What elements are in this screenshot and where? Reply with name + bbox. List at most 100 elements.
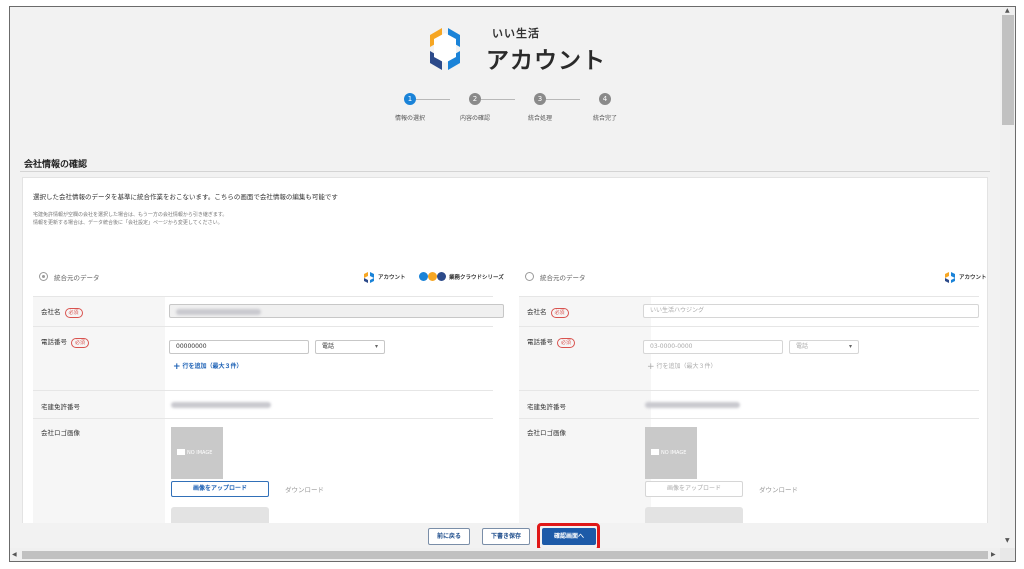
add-row-link[interactable]: + 行を追加（最大３件） <box>173 361 243 372</box>
step-number: 1 <box>404 93 416 105</box>
phone-type-select[interactable]: 電話 ▾ <box>315 340 385 354</box>
chevron-down-icon: ▾ <box>374 343 378 350</box>
column-label: 統合元のデータ <box>54 274 100 282</box>
select-right-radio[interactable] <box>525 272 534 281</box>
section-divider <box>20 171 990 172</box>
scroll-left-icon[interactable]: ◀ <box>12 551 17 558</box>
no-image-label: NO IMAGE <box>187 450 213 456</box>
step-1: 1 情報の選択 <box>375 93 445 122</box>
progress-stepper: 1 情報の選択 2 内容の確認 3 統合処理 4 統合完了 <box>370 93 630 129</box>
column-header: 統合元のデータ アカウント <box>519 262 987 296</box>
download-link[interactable]: ダウンロード <box>285 484 324 494</box>
step-number: 3 <box>534 93 546 105</box>
add-row-text: 行を追加（最大３件） <box>182 363 243 370</box>
source-column-right: 統合元のデータ アカウント 会社名 必須 いい生活ハウジング 電話番号必須 03… <box>519 262 987 548</box>
save-draft-button[interactable]: 下書き保存 <box>482 528 530 545</box>
account-brand: アカウント <box>363 271 413 283</box>
plus-icon: + <box>647 362 655 372</box>
source-column-left: 統合元のデータ アカウント 業務クラウドシリーズ 会社名 必須 電話番号 必須 … <box>33 262 504 548</box>
step-label: 統合完了 <box>592 115 617 122</box>
page-header: いい生活 アカウント 1 情報の選択 2 内容の確認 3 統合処理 4 統合完了 <box>10 7 1000 137</box>
company-name-input[interactable] <box>169 304 504 318</box>
row-label: 電話番号 必須 <box>527 336 576 348</box>
series-dot-icon <box>419 272 428 281</box>
add-row-text: 行を追加（最大３件） <box>656 363 717 370</box>
vertical-scroll-thumb[interactable] <box>1002 15 1014 125</box>
redacted-value <box>176 309 261 315</box>
scrollbar-corner <box>1000 548 1015 561</box>
phone-type-value: 電話 <box>322 343 335 350</box>
required-badge: 必須 <box>64 308 83 318</box>
highlight-box <box>537 523 600 548</box>
footer-actions: 前に戻る 下書き保存 確認画面へ <box>10 523 1000 548</box>
phone-label: 電話番号 <box>527 338 553 346</box>
scroll-up-icon[interactable]: ▲ <box>1005 7 1010 14</box>
column-label: 統合元のデータ <box>540 274 586 282</box>
step-2: 2 内容の確認 <box>440 93 510 122</box>
upload-image-button[interactable]: 画像をアップロード <box>171 481 269 497</box>
phone-row: 電話番号 必須 00000000 電話 ▾ + 行を追加（最大３件） <box>33 326 493 390</box>
step-number: 2 <box>469 93 481 105</box>
required-badge: 必須 <box>71 338 90 348</box>
scroll-right-icon[interactable]: ▶ <box>991 551 996 558</box>
phone-input[interactable]: 00000000 <box>169 340 309 354</box>
row-label: 電話番号 必須 <box>41 336 90 348</box>
page-viewport: いい生活 アカウント 1 情報の選択 2 内容の確認 3 統合処理 4 統合完了… <box>10 7 1000 548</box>
brand-logo-mark-icon <box>430 28 460 70</box>
company-name-row: 会社名 必須 <box>33 296 504 326</box>
step-label: 内容の確認 <box>459 115 490 122</box>
cloud-series-brand: 業務クラウドシリーズ <box>419 271 504 283</box>
logo-placeholder: NO IMAGE <box>645 427 697 479</box>
series-dot-icon <box>437 272 446 281</box>
note-text: 宅建免許情報が空欄の会社を選択した場合は、もう一方の会社情報から引き継ぎます。 <box>33 212 228 218</box>
redacted-value <box>171 402 271 408</box>
plus-icon: + <box>173 362 181 372</box>
download-link[interactable]: ダウンロード <box>759 484 798 494</box>
account-brand: アカウント <box>944 271 994 283</box>
account-brand-text: アカウント <box>378 275 406 281</box>
horizontal-scrollbar[interactable]: ◀ ▶ <box>10 548 1000 561</box>
phone-type-select: 電話 ▾ <box>789 340 859 354</box>
back-button[interactable]: 前に戻る <box>428 528 470 545</box>
select-left-radio[interactable] <box>39 272 48 281</box>
account-logo-icon <box>364 272 374 283</box>
browser-frame: いい生活 アカウント 1 情報の選択 2 内容の確認 3 統合処理 4 統合完了… <box>9 6 1016 562</box>
series-brand-text: 業務クラウドシリーズ <box>449 275 504 281</box>
no-image-text: NO IMAGE <box>651 449 686 456</box>
company-name-row: 会社名 必須 いい生活ハウジング <box>519 296 979 326</box>
license-label: 宅建免許番号 <box>527 403 566 411</box>
step-4: 4 統合完了 <box>570 93 640 122</box>
step-3: 3 統合処理 <box>505 93 575 122</box>
row-label: 会社名 必須 <box>527 306 569 318</box>
add-row-link: + 行を追加（最大３件） <box>647 361 717 372</box>
license-row: 宅建免許番号 <box>33 390 493 418</box>
column-header: 統合元のデータ アカウント 業務クラウドシリーズ <box>33 262 504 296</box>
scroll-down-icon[interactable]: ▼ <box>1005 537 1010 544</box>
phone-label: 電話番号 <box>41 338 67 346</box>
vertical-scrollbar[interactable]: ▲ ▼ <box>1000 7 1015 548</box>
image-icon <box>177 449 185 455</box>
phone-type-value: 電話 <box>796 343 809 350</box>
no-image-label: NO IMAGE <box>661 450 687 456</box>
logo-label: 会社ロゴ画像 <box>527 429 566 437</box>
section-title: 会社情報の確認 <box>24 160 88 170</box>
logo-placeholder: NO IMAGE <box>171 427 223 479</box>
company-name-input: いい生活ハウジング <box>643 304 979 318</box>
step-label: 情報の選択 <box>394 115 425 122</box>
phone-row: 電話番号 必須 03-0000-0000 電話 ▾ + 行を追加（最大３件） <box>519 326 979 390</box>
company-info-card: 選択した会社情報のデータを基準に統合作業をおこないます。こちらの画面で会社情報の… <box>22 177 988 548</box>
brand-logo: いい生活 アカウント <box>420 19 620 79</box>
horizontal-scroll-thumb[interactable] <box>22 551 988 559</box>
step-label: 統合処理 <box>527 115 552 122</box>
license-label: 宅建免許番号 <box>41 403 80 411</box>
brand-subtitle: いい生活 <box>492 27 540 40</box>
required-badge: 必須 <box>557 338 576 348</box>
no-image-text: NO IMAGE <box>177 449 212 456</box>
account-brand-text: アカウント <box>959 275 987 281</box>
series-dot-icon <box>428 272 437 281</box>
company-name-label: 会社名 <box>41 308 61 316</box>
company-name-label: 会社名 <box>527 308 547 316</box>
redacted-value <box>645 402 740 408</box>
image-icon <box>651 449 659 455</box>
brand-title: アカウント <box>486 48 606 74</box>
